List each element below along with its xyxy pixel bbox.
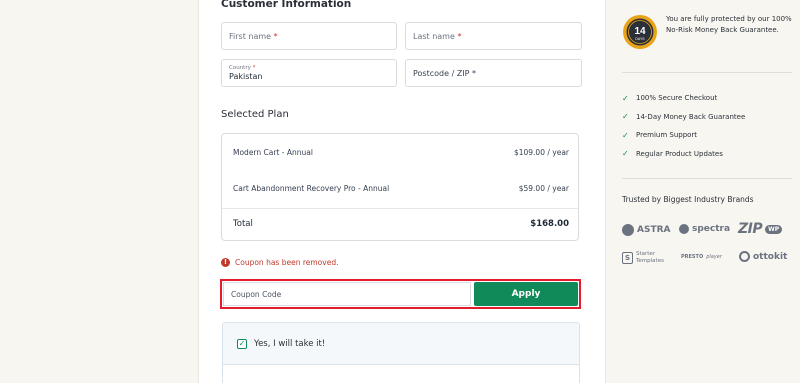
postcode-placeholder: Postcode / ZIP: [413, 68, 470, 78]
ottokit-logo-icon: [739, 251, 750, 262]
feature-label: Regular Product Updates: [636, 149, 723, 158]
check-icon: ✓: [622, 112, 629, 122]
feature-item: ✓ Premium Support: [622, 126, 745, 145]
coupon-message: ! Coupon has been removed.: [221, 258, 338, 267]
plan-total-row: Total $168.00: [233, 219, 569, 229]
required-mark: *: [457, 31, 462, 41]
spectra-logo-text: spectra: [692, 224, 731, 234]
guarantee-text: You are fully protected by our 100% No-R…: [666, 15, 792, 34]
error-icon: !: [221, 258, 230, 267]
zip-logo: ZIP WP: [738, 221, 783, 237]
plan-item-name: Modern Cart - Annual: [233, 148, 313, 157]
plan-item-price: $59.00 / year: [518, 184, 569, 193]
badge-number: 14: [634, 26, 646, 37]
astra-logo: ASTRA: [622, 224, 670, 236]
coupon-placeholder: Coupon Code: [231, 289, 282, 299]
astra-logo-text: ASTRA: [637, 225, 671, 235]
total-label: Total: [233, 219, 253, 229]
sidebar-divider: [622, 178, 792, 179]
selected-plan-title: Selected Plan: [221, 109, 289, 120]
feature-label: 14-Day Money Back Guarantee: [636, 112, 746, 121]
zip-logo-text: ZIP: [738, 221, 763, 237]
astra-logo-icon: [622, 224, 634, 236]
spectra-logo-icon: [679, 224, 689, 234]
starter-templates-logo: S Starter Templates: [622, 251, 664, 264]
sidebar-divider: [622, 72, 792, 73]
plan-row: Cart Abandonment Recovery Pro - Annual $…: [233, 184, 569, 193]
presto-logo-sub: player: [706, 254, 722, 260]
required-mark: *: [273, 31, 278, 41]
plan-summary: Modern Cart - Annual $109.00 / year Cart…: [221, 133, 579, 241]
postcode-field[interactable]: Postcode / ZIP *: [405, 59, 582, 87]
first-name-field[interactable]: First name *: [221, 22, 397, 50]
ottokit-logo-text: ottokit: [753, 251, 788, 262]
first-name-placeholder: First name: [229, 31, 272, 41]
plan-row: Modern Cart - Annual $109.00 / year: [233, 148, 569, 157]
coupon-message-text: Coupon has been removed.: [235, 258, 339, 267]
apply-button[interactable]: Apply: [474, 282, 578, 306]
check-icon: ✓: [622, 149, 629, 159]
required-mark: *: [472, 68, 477, 78]
required-mark: *: [252, 64, 256, 71]
check-icon: ✓: [622, 130, 629, 140]
plan-divider: [222, 208, 578, 209]
presto-logo-text: PRESTO: [681, 254, 704, 260]
plan-item-price: $109.00 / year: [513, 148, 569, 157]
country-label: Country: [229, 64, 251, 71]
feature-label: Premium Support: [636, 131, 698, 140]
upsell-checkbox[interactable]: ✓: [237, 338, 247, 349]
badge-text: DAYS: [635, 37, 645, 41]
last-name-field[interactable]: Last name *: [405, 22, 582, 50]
check-icon: ✓: [622, 93, 629, 103]
upsell-header: ✓ Yes, I will take it!: [223, 323, 579, 365]
feature-item: ✓ Regular Product Updates: [622, 145, 745, 164]
starter-line2: Templates: [636, 257, 664, 264]
total-value: $168.00: [530, 219, 569, 229]
plan-item-name: Cart Abandonment Recovery Pro - Annual: [233, 184, 390, 193]
coupon-form: Coupon Code Apply: [220, 279, 581, 309]
feature-list: ✓ 100% Secure Checkout ✓ 14-Day Money Back…: [622, 89, 745, 163]
feature-item: ✓ 100% Secure Checkout: [622, 89, 745, 108]
presto-player-logo: PRESTO player: [681, 254, 722, 260]
spectra-logo: spectra: [679, 224, 730, 234]
customer-info-title: Customer Information: [221, 0, 352, 10]
country-select[interactable]: Country * Pakistan: [221, 59, 397, 87]
coupon-code-input[interactable]: Coupon Code: [223, 282, 471, 306]
money-back-badge-icon: 14 DAYS: [623, 15, 657, 49]
upsell-offer: ✓ Yes, I will take it!: [222, 322, 580, 383]
starter-templates-icon: S: [622, 251, 633, 264]
ottokit-logo: ottokit: [739, 251, 787, 262]
trusted-title: Trusted by Biggest Industry Brands: [622, 195, 754, 204]
last-name-placeholder: Last name: [413, 31, 455, 41]
country-value: Pakistan: [229, 71, 263, 81]
feature-label: 100% Secure Checkout: [636, 94, 718, 103]
wp-badge: WP: [765, 224, 783, 234]
feature-item: ✓ 14-Day Money Back Guarantee: [622, 108, 745, 127]
upsell-label: Yes, I will take it!: [254, 338, 326, 349]
upsell-body: [223, 365, 579, 383]
